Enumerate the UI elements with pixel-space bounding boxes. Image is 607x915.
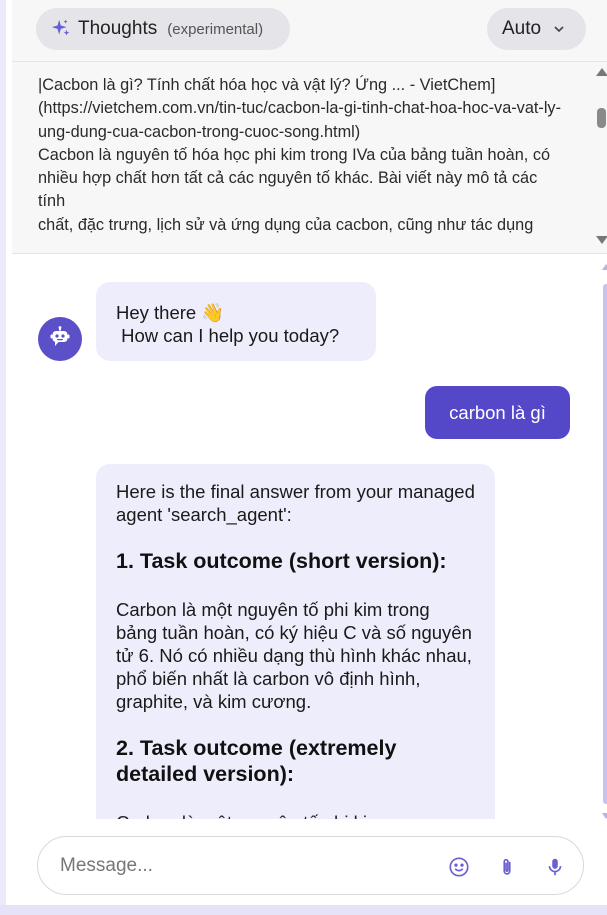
answer-intro: Here is the final answer from your manag… <box>116 481 475 525</box>
top-bar: Thoughts (experimental) Auto <box>12 0 607 62</box>
scroll-thumb[interactable] <box>597 108 606 128</box>
chevron-down-icon <box>553 23 565 35</box>
bottom-edge <box>0 905 607 915</box>
bot-avatar <box>38 317 82 361</box>
robot-icon <box>48 325 72 354</box>
thoughts-scrollbar[interactable] <box>591 62 607 253</box>
answer-heading-short: 1. Task outcome (short version): <box>116 549 447 573</box>
scroll-down-arrow[interactable] <box>596 236 607 244</box>
chat-messages: Hey there 👋 How can I help you today? ca… <box>12 254 607 819</box>
chat-scrollbar[interactable] <box>601 264 607 819</box>
message-input[interactable] <box>60 853 420 879</box>
composer-area <box>12 819 607 915</box>
greeting-message: Hey there 👋 How can I help you today? <box>96 282 376 361</box>
thoughts-panel[interactable]: |Cacbon là gì? Tính chất hóa học và vật … <box>12 62 607 254</box>
mode-select[interactable]: Auto <box>487 8 586 50</box>
thoughts-label: Thoughts <box>78 18 158 39</box>
answer-message: Here is the final answer from your manag… <box>96 464 495 819</box>
thoughts-toggle-button[interactable]: Thoughts (experimental) <box>36 8 290 50</box>
paperclip-icon[interactable] <box>495 855 519 879</box>
mode-label: Auto <box>502 18 542 39</box>
answer-short: Carbon là một nguyên tố phi kim trong bả… <box>116 599 472 712</box>
answer-detailed: Carbon là một nguyên tố phi kim <box>116 811 475 819</box>
user-message: carbon là gì <box>425 386 570 439</box>
thoughts-text: |Cacbon là gì? Tính chất hóa học và vật … <box>38 76 561 234</box>
scroll-up-arrow[interactable] <box>596 68 607 76</box>
sparkle-icon <box>50 18 72 40</box>
emoji-icon[interactable] <box>447 855 471 879</box>
answer-heading-detailed: 2. Task outcome (extremely detailed vers… <box>116 736 397 786</box>
composer <box>37 836 584 895</box>
chat-scroll-up[interactable] <box>602 264 607 270</box>
chat-scroll-thumb[interactable] <box>603 284 607 804</box>
chat-window: Thoughts (experimental) Auto |Cacbon là … <box>0 0 607 915</box>
experimental-tag: (experimental) <box>167 20 264 38</box>
microphone-icon[interactable] <box>543 855 567 879</box>
